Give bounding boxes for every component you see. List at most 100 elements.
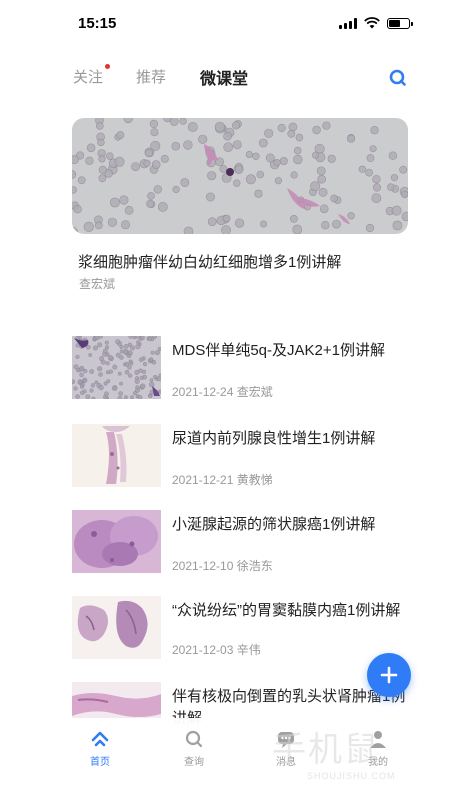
cell <box>154 350 160 356</box>
cell <box>104 345 109 350</box>
status-time: 15:15 <box>78 15 117 32</box>
cell <box>132 391 137 396</box>
list-item-title: MDS伴单纯5q-及JAK2+1例讲解 <box>172 342 385 359</box>
add-button[interactable] <box>367 653 411 697</box>
cell <box>256 170 265 179</box>
cell <box>207 171 217 181</box>
cell <box>273 158 281 167</box>
cell <box>293 146 302 155</box>
cell <box>347 212 355 220</box>
cell <box>98 165 107 175</box>
cell <box>73 364 79 370</box>
cell <box>88 353 93 357</box>
cell <box>77 176 86 185</box>
cell <box>100 359 106 365</box>
cell <box>115 352 121 358</box>
cell <box>134 378 140 384</box>
cell <box>153 374 158 379</box>
watermark-subtext: SHOUJISHU.COM <box>307 771 396 781</box>
cell <box>149 357 154 362</box>
cell <box>107 355 113 361</box>
cell <box>260 220 268 228</box>
cell <box>123 395 128 399</box>
list-item-meta: 2021-12-24 查宏斌 <box>172 385 273 399</box>
watermark: 手机鼠 SHOUJISHU.COM <box>262 718 422 790</box>
cell <box>77 379 83 385</box>
cell <box>366 154 375 162</box>
cell <box>105 361 110 366</box>
cell <box>72 155 79 165</box>
cell <box>365 223 375 233</box>
cell <box>83 221 94 232</box>
cell <box>122 349 128 355</box>
cell <box>106 152 114 160</box>
cell <box>391 205 402 216</box>
list-item-meta: 2021-12-03 辛伟 <box>172 643 261 657</box>
cell <box>245 150 253 158</box>
cell <box>179 118 187 125</box>
cell <box>401 211 408 222</box>
list-item[interactable]: 尿道内前列腺良性增生1例讲解 2021-12-21 黄教悌 <box>72 424 412 488</box>
cell <box>372 175 381 184</box>
cell <box>120 220 130 230</box>
cell <box>233 179 241 187</box>
cell <box>157 346 161 352</box>
plus-icon <box>380 666 398 684</box>
cell <box>232 140 242 150</box>
cell <box>123 343 129 349</box>
nav-search[interactable]: 查询 <box>164 728 224 768</box>
cell <box>232 121 241 130</box>
cell <box>144 148 153 158</box>
battery-icon <box>387 17 413 29</box>
cell <box>82 379 87 383</box>
cell <box>330 194 338 203</box>
home-icon <box>91 731 109 747</box>
cell <box>388 151 398 160</box>
cell <box>94 221 103 230</box>
cell <box>98 174 107 183</box>
cell <box>103 394 108 399</box>
cell <box>321 220 330 230</box>
tab-micro-class[interactable]: 微课堂 <box>200 65 248 89</box>
list-item[interactable]: 小涎腺起源的筛状腺癌1例讲解 2021-12-10 徐浩东 <box>72 510 412 574</box>
list-item[interactable]: “众说纷纭”的胃窦黏膜内癌1例讲解 2021-12-03 辛伟 <box>72 596 412 660</box>
list-item[interactable]: MDS伴单纯5q-及JAK2+1例讲解 2021-12-24 查宏斌 <box>72 336 412 400</box>
cell <box>131 162 140 171</box>
cell <box>128 373 133 378</box>
cell <box>111 385 118 391</box>
cell <box>75 394 80 399</box>
featured-banner[interactable] <box>72 118 408 234</box>
cell <box>117 396 123 399</box>
cell <box>72 186 77 194</box>
list-item-title: 尿道内前列腺良性增生1例讲解 <box>172 430 376 447</box>
cell <box>147 192 155 200</box>
cell <box>102 348 108 354</box>
cell <box>124 369 130 375</box>
cell <box>153 185 163 194</box>
cell <box>75 354 80 359</box>
cell <box>235 218 245 228</box>
cell <box>91 396 96 399</box>
cell <box>223 214 231 223</box>
tab-following[interactable]: 关注 <box>73 64 111 87</box>
nav-home[interactable]: 首页 <box>70 728 130 768</box>
cell <box>265 153 275 163</box>
featured-title[interactable]: 浆细胞肿瘤伴幼白幼红细胞增多1例讲解 <box>78 251 341 272</box>
cell <box>98 155 106 163</box>
cell <box>322 121 331 130</box>
cell <box>149 119 158 129</box>
search-icon[interactable] <box>388 68 408 88</box>
thumbnail-image <box>72 336 161 399</box>
cell <box>157 202 168 212</box>
blood-smear-image <box>72 118 408 234</box>
cell <box>115 339 121 345</box>
cell <box>148 381 155 388</box>
list-item-meta: 2021-12-10 徐浩东 <box>172 559 273 573</box>
cell <box>97 342 103 348</box>
cell <box>399 165 408 174</box>
cell <box>116 131 125 140</box>
tab-recommended[interactable]: 推荐 <box>136 66 166 87</box>
cell <box>223 142 233 153</box>
cell <box>370 126 379 135</box>
cell <box>85 394 91 399</box>
